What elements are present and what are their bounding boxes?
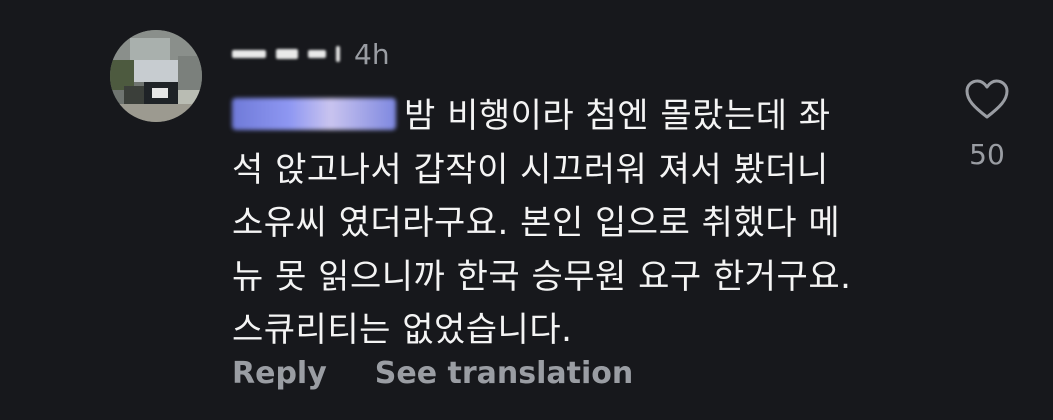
comment-text: 밤 비행이라 첨엔 몰랐는데 좌 석 앉고나서 갑작이 시끄러워 져서 봤더니 … [232,90,922,358]
comment-actions: Reply See translation [232,356,633,391]
see-translation-button[interactable]: See translation [375,356,633,391]
comment-line: 소유씨 였더라구요. 본인 입으로 취했다 메 [232,203,841,243]
like-count: 50 [969,138,1005,171]
comment-line: 뉴 못 읽으니까 한국 승무원 요구 한거구요. [232,256,852,297]
reply-button[interactable]: Reply [232,356,327,391]
comment-line: 밤 비행이라 첨엔 몰랐는데 좌 [232,90,922,144]
comment-line: 스큐리티는 없었습니다. [232,310,573,350]
username-blurred[interactable] [232,46,340,62]
avatar[interactable] [110,30,202,122]
mention-blurred[interactable] [232,98,396,130]
timestamp: 4h [354,37,390,71]
like-section: 50 [962,78,1012,171]
heart-outline-icon[interactable] [964,78,1010,120]
comment-line: 석 앉고나서 갑작이 시끄러워 져서 봤더니 [232,149,829,190]
comment-header: 4h [232,34,390,74]
